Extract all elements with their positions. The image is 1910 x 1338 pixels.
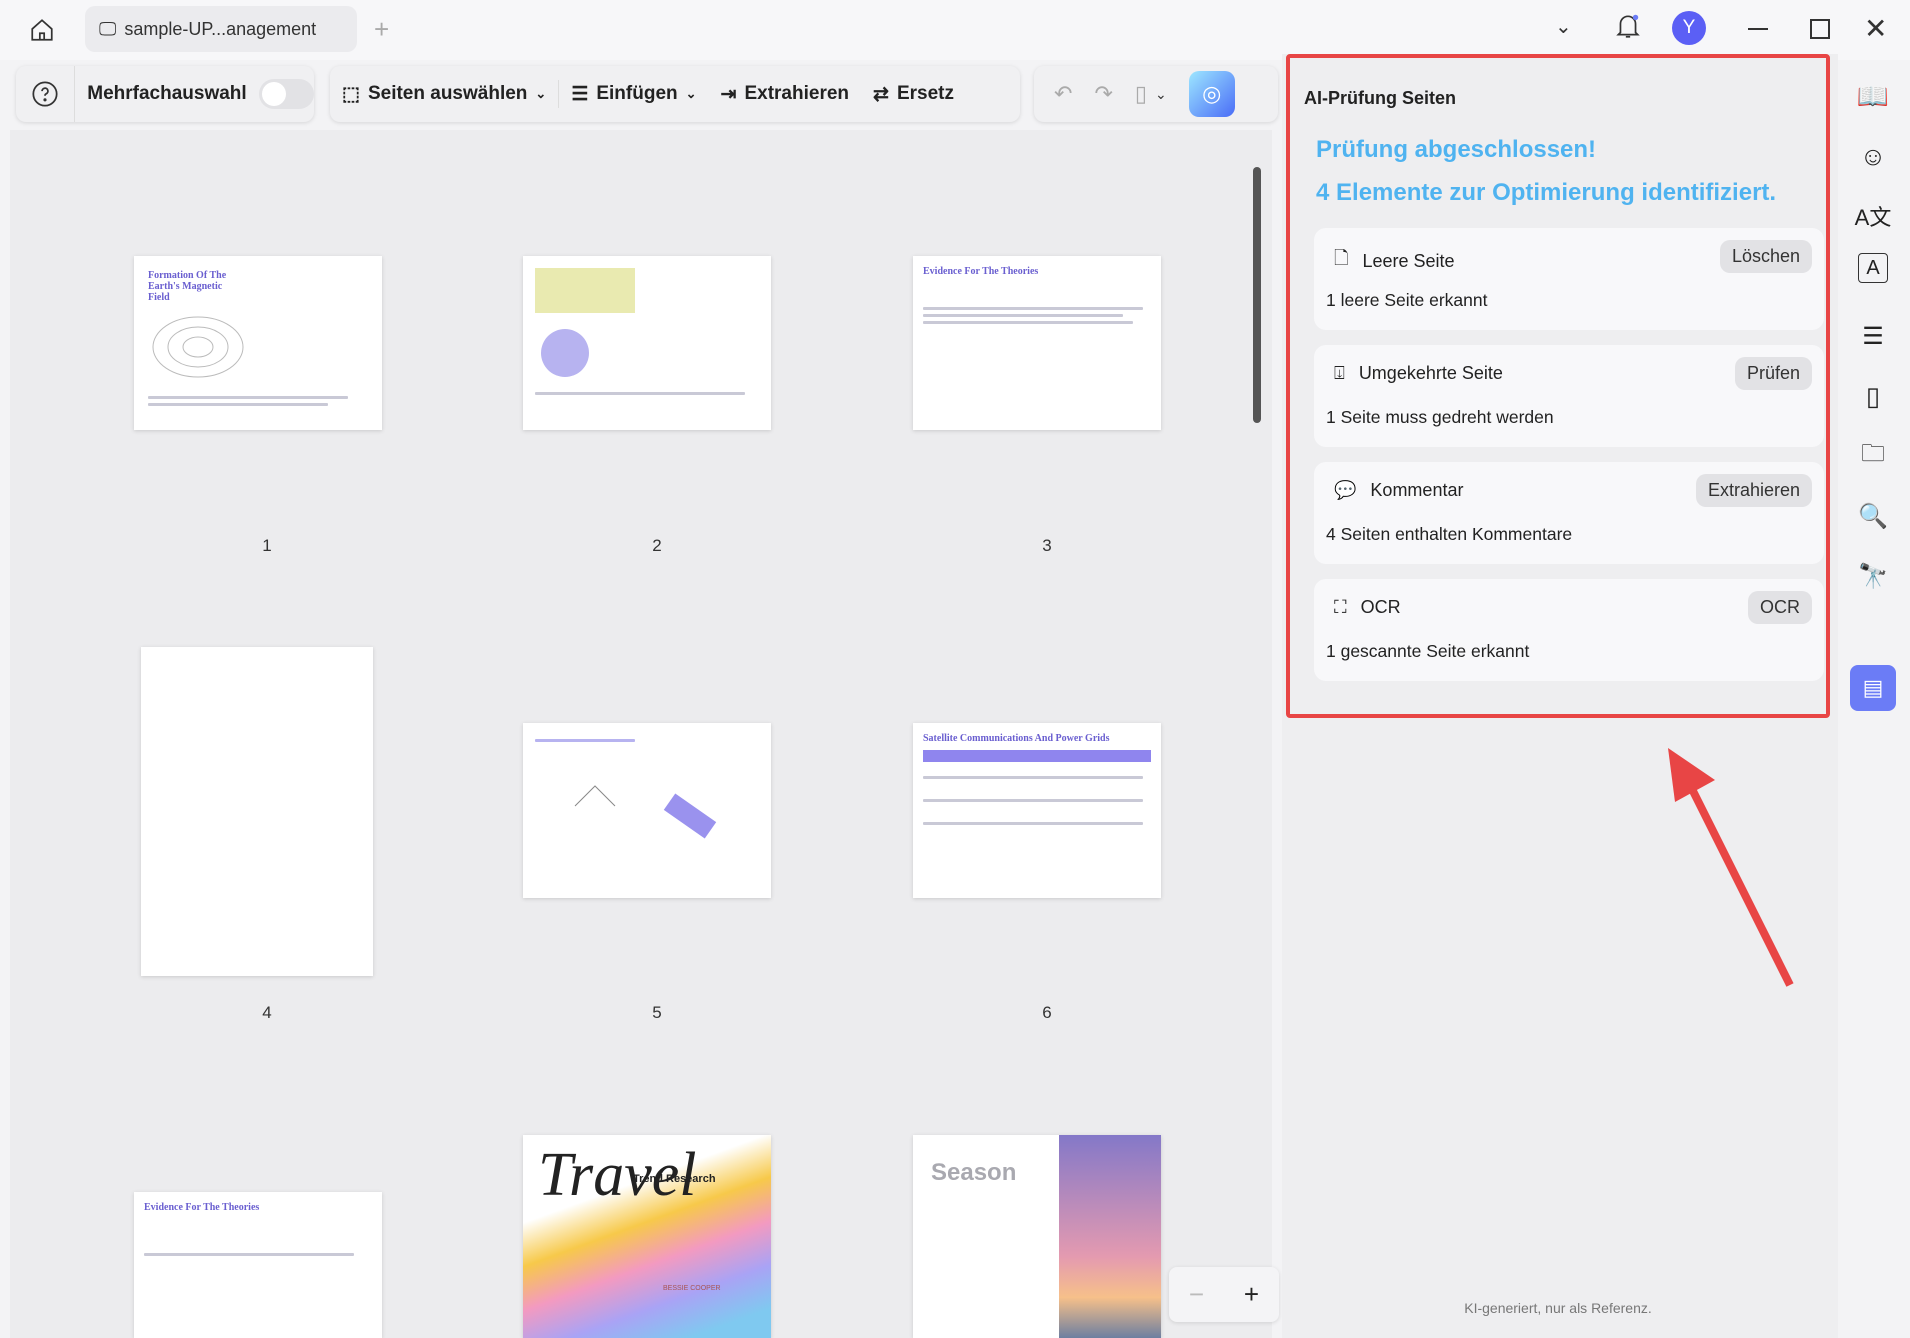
ai-read-icon[interactable]: 📖 [1850,73,1896,119]
home-icon[interactable] [26,14,58,46]
ai-assistant-icon[interactable]: ◎ [1188,71,1235,117]
chevron-down-icon: ⌄ [535,86,547,101]
season-title: Season [931,1159,1017,1186]
check-card-blank-page: 🗋 Leere Seite 1 leere Seite erkannt Löschen [1314,228,1824,330]
multi-select-toggle[interactable] [258,79,314,109]
insert-button[interactable]: ☰ Einfügen ⌄ [559,83,708,106]
new-tab-icon[interactable]: + [374,14,389,45]
book-icon[interactable]: ▯ [1850,373,1896,419]
presentation-icon: 🖵 [99,18,117,39]
page-number: 4 [262,1003,272,1022]
scrollbar[interactable] [1253,167,1261,423]
page-thumbnail-4[interactable] [141,647,373,976]
card-desc: 1 gescannte Seite erkannt [1326,641,1530,661]
minimize-icon[interactable] [1748,28,1768,30]
card-label: Leere Seite [1362,250,1455,271]
undo-icon[interactable]: ↶ [1054,81,1072,107]
page-number: 3 [1042,536,1052,555]
maximize-icon[interactable] [1810,19,1830,39]
chevron-down-icon[interactable]: ⌄ [1155,86,1167,103]
card-label: Kommentar [1370,480,1464,500]
check-card-comment: 💬 Kommentar 4 Seiten enthalten Kommentare E… [1314,462,1824,564]
page-number: 5 [652,1003,662,1022]
ai-check-panel: AI-Prüfung Seiten Prüfung abgeschlossen!… [1286,54,1830,718]
ai-disclaimer: KI-generiert, nur als Referenz. [1464,1300,1652,1316]
review-button[interactable]: Prüfen [1734,357,1812,390]
multi-select-group: Mehrfachauswahl [16,66,314,122]
tab-title: sample-UP...anagement [124,18,317,39]
multi-select-label: Mehrfachauswahl [87,83,247,104]
extract-label: Extrahieren [744,83,850,104]
help-icon[interactable] [16,66,76,122]
bell-icon[interactable] [1615,12,1641,40]
zoom-in-icon[interactable]: + [1244,1279,1259,1310]
card-desc: 4 Seiten enthalten Kommentare [1326,524,1573,544]
page-thumbnail-7[interactable]: Evidence For The Theories [134,1192,382,1338]
page-thumbnail-5[interactable] [523,723,771,898]
ai-page-check-icon[interactable]: ▤ [1850,665,1896,711]
avatar[interactable]: Y [1672,11,1706,45]
page-number: 6 [1042,1003,1052,1022]
check-card-reversed-page: ⍗ Umgekehrte Seite 1 Seite muss gedreht we… [1314,345,1824,447]
page-tools-group: ⬚ Seiten auswählen ⌄ ☰ Einfügen ⌄ ⇥ Extrahier… [330,66,1020,122]
author: BESSIE COOPER [663,1285,721,1292]
history-group: ↶ ↷ ▯ ⌄ ◎ [1034,66,1278,122]
select-pages-button[interactable]: ⬚ Seiten auswählen ⌄ [330,83,558,106]
replace-button[interactable]: ⇄ Ersetz [861,83,966,106]
page-grid: Formation Of The Earth's Magnetic Field … [10,130,1279,1338]
blank-page-icon: 🗋 [1334,248,1349,268]
delete-button[interactable]: Löschen [1719,240,1812,273]
comment-icon: 💬 [1334,480,1357,500]
close-icon[interactable]: ✕ [1864,12,1887,45]
select-pages-label: Seiten auswählen [367,83,528,104]
zoom-control: − + [1169,1267,1279,1322]
insert-label: Einfügen [596,83,678,104]
card-desc: 1 Seite muss gedreht werden [1326,407,1554,427]
chevron-down-icon: ⌄ [685,86,697,101]
card-label: Umgekehrte Seite [1358,363,1503,383]
rotate-page-icon: ⍗ [1334,363,1345,383]
zoom-out-icon[interactable]: − [1189,1279,1204,1310]
page-number: 1 [262,536,272,555]
insert-icon: ☰ [571,83,589,105]
panel-title: AI-Prüfung Seiten [1304,88,1456,108]
translate-page-icon[interactable]: A [1858,253,1888,283]
cursor-icon: ⬚ [342,83,360,105]
status-heading: Prüfung abgeschlossen! [1316,136,1597,163]
page-thumbnail-1[interactable]: Formation Of The Earth's Magnetic Field [134,256,382,430]
search-ai-icon[interactable]: 🔍 [1850,493,1896,539]
scan-icon: ⛶ [1334,597,1347,617]
telescope-icon[interactable]: 🔭 [1850,553,1896,599]
card-label: OCR [1360,597,1401,617]
folder-ai-icon[interactable]: 🗀 [1850,433,1896,479]
subtitle: Trend Research [633,1173,716,1185]
extract-button[interactable]: ⇥ Extrahieren [709,83,861,106]
page-number: 2 [652,536,662,555]
chevron-down-icon[interactable]: ⌄ [1555,14,1572,39]
page-thumbnail-6[interactable]: Satellite Communications And Power Grids [913,723,1161,898]
right-tool-rail: 📖 ☺ A文 A ☰ ▯ 🗀 🔍 🔭 ▤ [1840,60,1904,1338]
summary-heading: 4 Elemente zur Optimierung identifiziert… [1316,179,1777,206]
redo-icon[interactable]: ↷ [1094,81,1112,107]
page-thumbnail-8[interactable]: Travel Trend Research BESSIE COOPER [523,1135,771,1338]
page-thumbnail-9[interactable]: Season [913,1135,1161,1338]
page-thumbnail-3[interactable]: Evidence For The Theories [913,256,1161,430]
replace-label: Ersetz [896,83,954,104]
extract-icon: ⇥ [720,83,737,105]
ai-chat-icon[interactable]: ☺ [1850,133,1896,179]
extract-comments-button[interactable]: Extrahieren [1695,474,1812,507]
save-icon[interactable]: ▯ [1135,81,1147,107]
page-thumbnail-2[interactable] [523,256,771,430]
card-desc: 1 leere Seite erkannt [1326,290,1488,310]
ai-summary-icon[interactable]: ☰ [1850,313,1896,359]
ocr-button[interactable]: OCR [1748,591,1812,624]
translate-icon[interactable]: A文 [1850,193,1896,239]
document-tab[interactable]: 🖵 sample-UP...anagement [85,6,357,52]
check-card-ocr: ⛶ OCR 1 gescannte Seite erkannt OCR [1314,579,1824,681]
red-arrow-annotation [1668,748,1794,987]
replace-icon: ⇄ [873,83,889,105]
